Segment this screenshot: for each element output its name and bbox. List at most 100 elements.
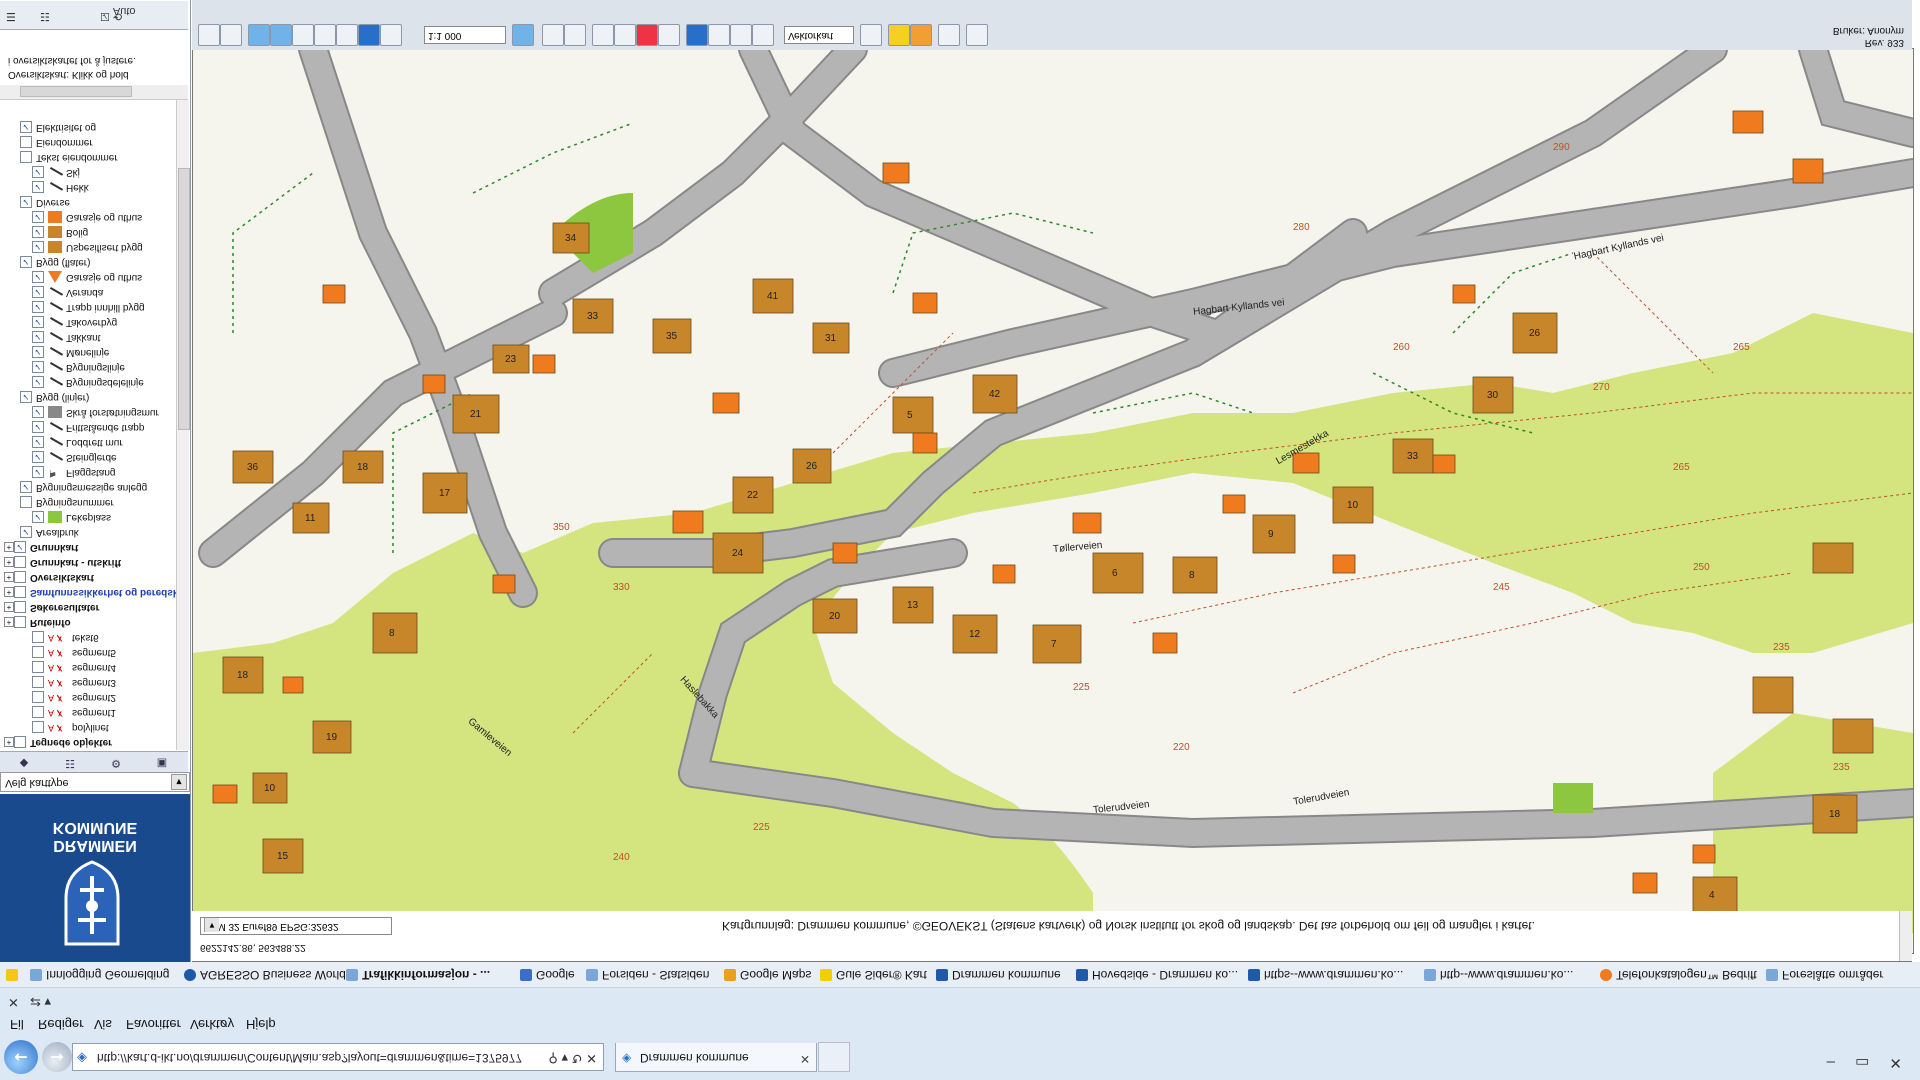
layer-checkbox[interactable] — [14, 586, 26, 598]
new-tab-button[interactable] — [818, 1042, 850, 1072]
garage-building[interactable] — [1452, 284, 1476, 304]
garage-building[interactable] — [672, 510, 704, 534]
fav-item[interactable]: Hovedside - Drammen ko... — [1076, 968, 1238, 982]
zoom-in-icon[interactable] — [248, 24, 270, 46]
expand-icon[interactable]: + — [4, 617, 14, 627]
layer-checkbox[interactable]: ✓ — [32, 406, 44, 418]
layer-checkbox[interactable]: ✓ — [32, 286, 44, 298]
layers-tool-icon[interactable] — [730, 24, 752, 46]
address-actions[interactable]: ⚲ ▾ ↻ ✕ — [548, 1050, 597, 1066]
address-text[interactable]: http://kart.d-ikt.no/drammen/Content/Mai… — [97, 1051, 522, 1065]
info-scrollbar[interactable] — [1899, 911, 1912, 961]
layer-checkbox[interactable] — [32, 661, 44, 673]
layer-checkbox[interactable]: ✓ — [32, 466, 44, 478]
fav-item[interactable]: Forsiden - Statsiden — [586, 968, 709, 982]
garage-building[interactable] — [1332, 554, 1356, 574]
coordinate-icon[interactable] — [860, 24, 882, 46]
layers-icon[interactable]: ☰ — [6, 10, 16, 23]
fav-item[interactable]: Drammen kommune — [936, 968, 1061, 982]
layer-checkbox[interactable]: ✓ — [32, 361, 44, 373]
expand-icon[interactable]: + — [4, 602, 14, 612]
layer-tree-scrollbar[interactable] — [176, 100, 190, 750]
fav-item[interactable]: Telefonkatalogen™ Bedrift — [1600, 968, 1757, 982]
layer-checkbox[interactable]: ✓ — [20, 256, 32, 268]
layer-checkbox[interactable]: ✓ — [32, 436, 44, 448]
garage-building[interactable] — [1222, 494, 1246, 514]
garage-building[interactable] — [832, 542, 858, 564]
search-tool-icon[interactable] — [542, 24, 564, 46]
garage-building[interactable] — [1632, 872, 1658, 894]
garage-building[interactable] — [212, 784, 238, 804]
address-bar[interactable]: ◈ http://kart.d-ikt.no/drammen/Content/M… — [72, 1043, 604, 1071]
fav-item[interactable]: Gule Sider® Kart — [820, 968, 927, 982]
garage-building[interactable] — [1432, 454, 1456, 474]
map-graphics[interactable] — [193, 49, 1913, 953]
fav-item[interactable]: http--www.drammen.ko... — [1424, 968, 1573, 982]
layer-checkbox[interactable] — [14, 556, 26, 568]
layer-checkbox[interactable]: ✓ — [32, 421, 44, 433]
fav-item[interactable]: https--www.drammen.ko... — [1248, 968, 1403, 982]
garage-building[interactable] — [712, 392, 740, 414]
layer-checkbox[interactable]: ✓ — [20, 526, 32, 538]
fav-item[interactable]: Innlogging Geomelding — [30, 968, 169, 982]
layer-checkbox[interactable] — [32, 631, 44, 643]
garage-building[interactable] — [422, 374, 446, 394]
chart-icon[interactable] — [708, 24, 730, 46]
expand-icon[interactable]: + — [4, 572, 14, 582]
residential-building[interactable] — [1832, 718, 1874, 754]
layer-checkbox[interactable]: ✓ — [32, 211, 44, 223]
garage-building[interactable] — [1732, 110, 1764, 134]
layer-checkbox[interactable]: ✓ — [20, 196, 32, 208]
grid-icon[interactable] — [614, 24, 636, 46]
residential-building[interactable] — [1252, 514, 1296, 554]
expand-icon[interactable]: + — [4, 737, 14, 747]
tab-layers[interactable]: ◆ — [4, 754, 44, 770]
window-controls[interactable]: – ▭ ✕ — [1827, 1054, 1910, 1072]
vector-map-dropdown[interactable]: Vektorkart — [784, 26, 854, 44]
residential-building[interactable] — [1692, 876, 1738, 914]
back-arrow-icon[interactable] — [358, 24, 380, 46]
menu-verktoy[interactable]: Verktøy — [190, 1017, 234, 1032]
layer-checkbox[interactable]: ✓ — [32, 376, 44, 388]
ruler-icon[interactable] — [752, 24, 774, 46]
garage-building[interactable] — [1692, 844, 1716, 864]
layer-checkbox[interactable] — [32, 706, 44, 718]
tab-overview[interactable]: ▣ — [142, 754, 182, 770]
tab-close-icon[interactable]: ✕ — [800, 1052, 810, 1066]
layer-checkbox[interactable] — [20, 151, 32, 163]
map-canvas[interactable]: Tolerudveien Tolerudveien Haslebakka Gamlev… — [192, 48, 1914, 954]
layer-checkbox[interactable]: ✓ — [32, 226, 44, 238]
layer-checkbox[interactable]: ✓ — [32, 301, 44, 313]
expand-icon[interactable]: + — [4, 542, 14, 552]
coordinate-system-dropdown[interactable]: UTM 32 Euref89 EPSG:32632 ▼ — [200, 917, 392, 935]
scroll-thumb[interactable] — [20, 86, 132, 97]
fav-item[interactable]: Google — [520, 968, 575, 982]
scroll-thumb[interactable] — [178, 168, 190, 430]
info-tool-icon[interactable] — [380, 24, 402, 46]
flag-icon[interactable] — [910, 24, 932, 46]
layer-checkbox[interactable]: ✓ — [32, 241, 44, 253]
layer-checkbox[interactable] — [20, 136, 32, 148]
bookmark-icon[interactable] — [636, 24, 658, 46]
fav-item[interactable]: AGRESSO Business World — [184, 968, 346, 982]
garage-building[interactable] — [912, 432, 938, 454]
garage-building[interactable] — [532, 354, 556, 374]
residential-building[interactable] — [1752, 676, 1794, 714]
close-icon[interactable]: ✕ — [8, 994, 19, 1010]
layer-checkbox[interactable]: ✓ — [14, 541, 26, 553]
table-icon[interactable] — [592, 24, 614, 46]
residential-building[interactable] — [1092, 552, 1144, 594]
garage-building[interactable] — [492, 574, 516, 594]
garage-building[interactable] — [912, 292, 938, 314]
zoom-out-icon[interactable] — [270, 24, 292, 46]
layer-checkbox[interactable]: ✓ — [32, 511, 44, 523]
layer-checkbox[interactable]: ✓ — [32, 451, 44, 463]
horizontal-scrollbar[interactable] — [0, 85, 188, 100]
fav-item[interactable]: Foreslåtte områder — [1766, 968, 1883, 982]
residential-building[interactable] — [372, 612, 418, 654]
pan-tool-icon[interactable] — [198, 24, 220, 46]
back-button[interactable]: ← — [4, 1040, 38, 1074]
list-icon[interactable]: ☷ — [40, 10, 50, 23]
garage-building[interactable] — [1152, 632, 1178, 654]
layer-checkbox[interactable]: ✓ — [32, 271, 44, 283]
